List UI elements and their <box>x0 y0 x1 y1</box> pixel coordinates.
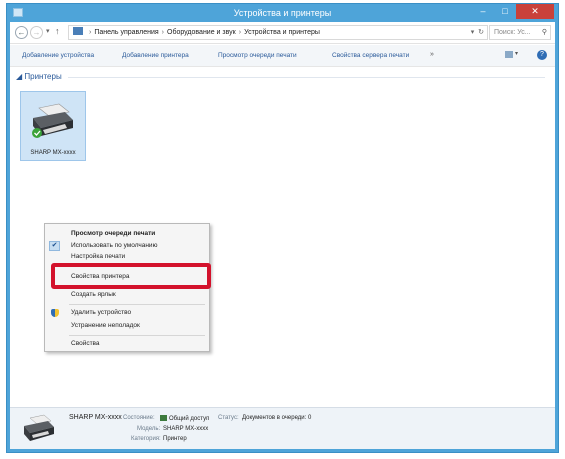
detail-state-value: Общий доступ <box>160 415 209 422</box>
details-pane: SHARP MX-xxxx Состояние: Общий доступ Ст… <box>10 407 555 449</box>
menu-item-properties[interactable]: Свойства <box>45 338 209 350</box>
breadcrumb-item-devices[interactable]: Устройства и принтеры <box>244 29 320 36</box>
printer-icon <box>32 103 73 138</box>
search-input[interactable]: Поиск: Ус... ⚲ <box>489 25 551 40</box>
collapse-arrow-icon: ◢ <box>16 72 23 81</box>
menu-item-set-default[interactable]: ✔ Использовать по умолчанию <box>45 240 209 252</box>
address-bar: ← → ▾ ↑ › Панель управления › Оборудование … <box>10 22 555 44</box>
breadcrumb-item-control-panel[interactable]: Панель управления <box>94 29 158 36</box>
up-arrow-icon[interactable]: ↑ <box>55 26 60 36</box>
breadcrumb-chevron-icon: › <box>89 29 92 36</box>
printer-tile[interactable]: SHARP MX-xxxx <box>20 91 86 161</box>
detail-model-label: Модель: <box>137 426 161 432</box>
menu-item-set-default-label: Использовать по умолчанию <box>71 242 158 249</box>
shield-icon <box>51 309 59 317</box>
detail-printer-name: SHARP MX-xxxx <box>69 414 122 421</box>
menu-item-print-queue[interactable]: Просмотр очереди печати <box>45 228 209 240</box>
add-device-button[interactable]: Добавление устройства <box>22 52 94 59</box>
detail-category-value: Принтер <box>163 436 187 442</box>
devices-view[interactable]: ◢ Принтеры SHARP MX-xxxx Просмотр очеред… <box>10 68 555 407</box>
title-bar[interactable]: Устройства и принтеры – □ ✕ <box>7 4 558 22</box>
window: Устройства и принтеры – □ ✕ ← → ▾ ↑ › Пан… <box>6 3 559 453</box>
printers-group-label: Принтеры <box>24 72 62 81</box>
more-commands-icon[interactable]: » <box>430 51 434 58</box>
menu-separator <box>69 335 205 336</box>
sharing-icon <box>160 415 167 421</box>
menu-item-remove-device-label: Удалить устройство <box>71 309 132 316</box>
detail-status-value: Документов в очереди: 0 <box>242 415 312 421</box>
back-button[interactable]: ← <box>15 26 28 39</box>
highlight-annotation <box>51 263 211 289</box>
menu-item-remove-device[interactable]: Удалить устройство <box>45 307 209 319</box>
group-divider <box>68 77 545 78</box>
print-server-properties-button[interactable]: Свойства сервера печати <box>332 52 409 59</box>
checkmark-icon: ✔ <box>49 241 60 251</box>
close-button[interactable]: ✕ <box>516 4 554 19</box>
menu-item-create-shortcut[interactable]: Создать ярлык <box>45 289 209 301</box>
printer-icon <box>24 414 54 441</box>
printer-name: SHARP MX-xxxx <box>30 150 76 156</box>
detail-category-label: Категория: <box>131 436 161 442</box>
view-options-button[interactable]: ▾ <box>505 50 519 60</box>
add-printer-button[interactable]: Добавление принтера <box>122 52 189 59</box>
menu-item-printing-preferences[interactable]: Настройка печати <box>45 252 209 260</box>
breadcrumb-chevron-icon: › <box>161 29 164 36</box>
maximize-button[interactable]: □ <box>494 4 516 19</box>
detail-state-text: Общий доступ <box>169 416 210 422</box>
print-queue-button[interactable]: Просмотр очереди печати <box>218 52 297 59</box>
control-panel-icon <box>73 27 83 35</box>
search-placeholder: Поиск: Ус... <box>494 29 531 36</box>
view-icon <box>505 51 513 58</box>
detail-state-label: Состояние: <box>123 415 155 421</box>
context-menu: Просмотр очереди печати ✔ Использовать п… <box>44 223 211 352</box>
recent-locations-icon[interactable]: ▾ <box>46 27 50 35</box>
menu-separator <box>69 304 205 305</box>
breadcrumb-item-hardware[interactable]: Оборудование и звук <box>167 29 236 36</box>
detail-model-value: SHARP MX-xxxx <box>163 426 209 432</box>
breadcrumb-chevron-icon: › <box>238 29 242 36</box>
menu-item-troubleshoot[interactable]: Устранение неполадок <box>45 320 209 332</box>
breadcrumb[interactable]: › Панель управления › Оборудование и звук › У… <box>68 25 488 40</box>
window-client: ← → ▾ ↑ › Панель управления › Оборудование … <box>10 22 555 449</box>
chevron-down-icon: ▾ <box>515 51 519 57</box>
refresh-icon[interactable]: ▾ ↻ <box>471 26 484 39</box>
forward-button[interactable]: → <box>30 26 43 39</box>
search-icon[interactable]: ⚲ <box>542 26 547 39</box>
command-bar: Добавление устройства Добавление принтер… <box>10 45 555 67</box>
minimize-button[interactable]: – <box>472 4 494 19</box>
printers-group-header[interactable]: ◢ Принтеры <box>16 72 62 81</box>
help-icon[interactable]: ? <box>537 50 547 60</box>
detail-status-label: Статус: <box>218 415 239 421</box>
